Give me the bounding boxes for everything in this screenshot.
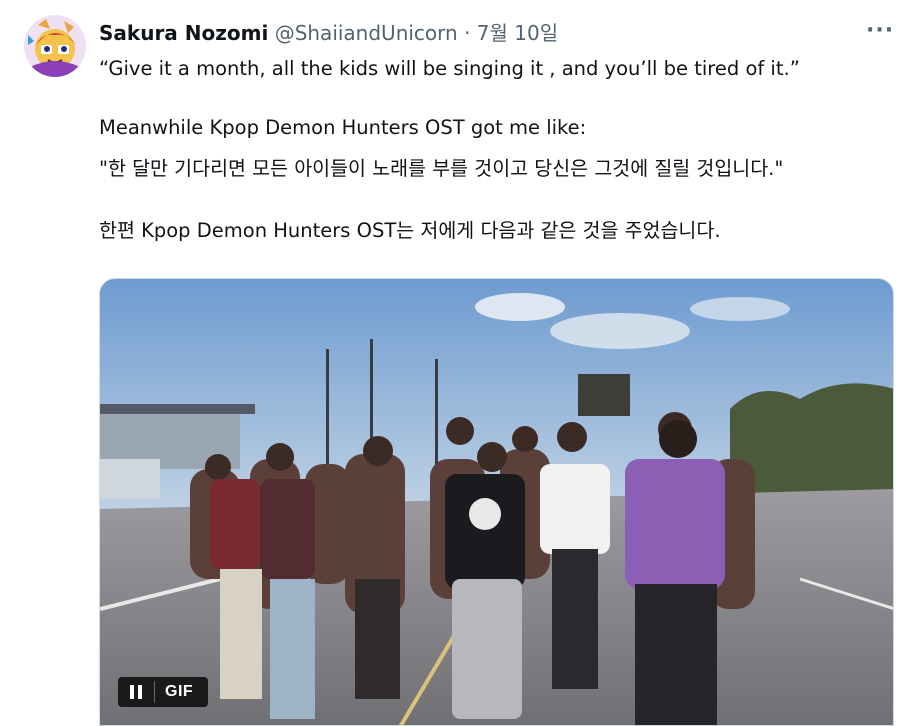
gif-frame <box>100 279 893 725</box>
gif-badge[interactable]: GIF <box>118 677 208 707</box>
tweet-header: Sakura Nozomi @ShaiiandUnicorn · 7월 10일 <box>99 19 558 47</box>
tweet-text-line-3: "한 달만 기다리면 모든 아이들이 노래를 부를 것이고 당신은 그것에 질릴… <box>99 157 784 180</box>
tweet-text-line-2: Meanwhile Kpop Demon Hunters OST got me … <box>99 116 587 139</box>
user-handle[interactable]: @ShaiiandUnicorn <box>275 21 458 45</box>
display-name[interactable]: Sakura Nozomi <box>99 21 268 45</box>
gif-media[interactable]: GIF <box>99 278 894 726</box>
tweet-date[interactable]: 7월 10일 <box>477 21 558 45</box>
pause-icon[interactable] <box>118 685 154 699</box>
tweet-text-line-4: 한편 Kpop Demon Hunters OST는 저에게 다음과 같은 것을… <box>99 219 721 242</box>
gif-label: GIF <box>165 683 194 700</box>
avatar[interactable] <box>24 15 86 77</box>
avatar-image <box>24 15 86 77</box>
separator-dot: · <box>464 21 471 45</box>
tweet-text-line-1: “Give it a month, all the kids will be s… <box>99 57 800 80</box>
more-options-icon[interactable]: ··· <box>866 18 894 43</box>
